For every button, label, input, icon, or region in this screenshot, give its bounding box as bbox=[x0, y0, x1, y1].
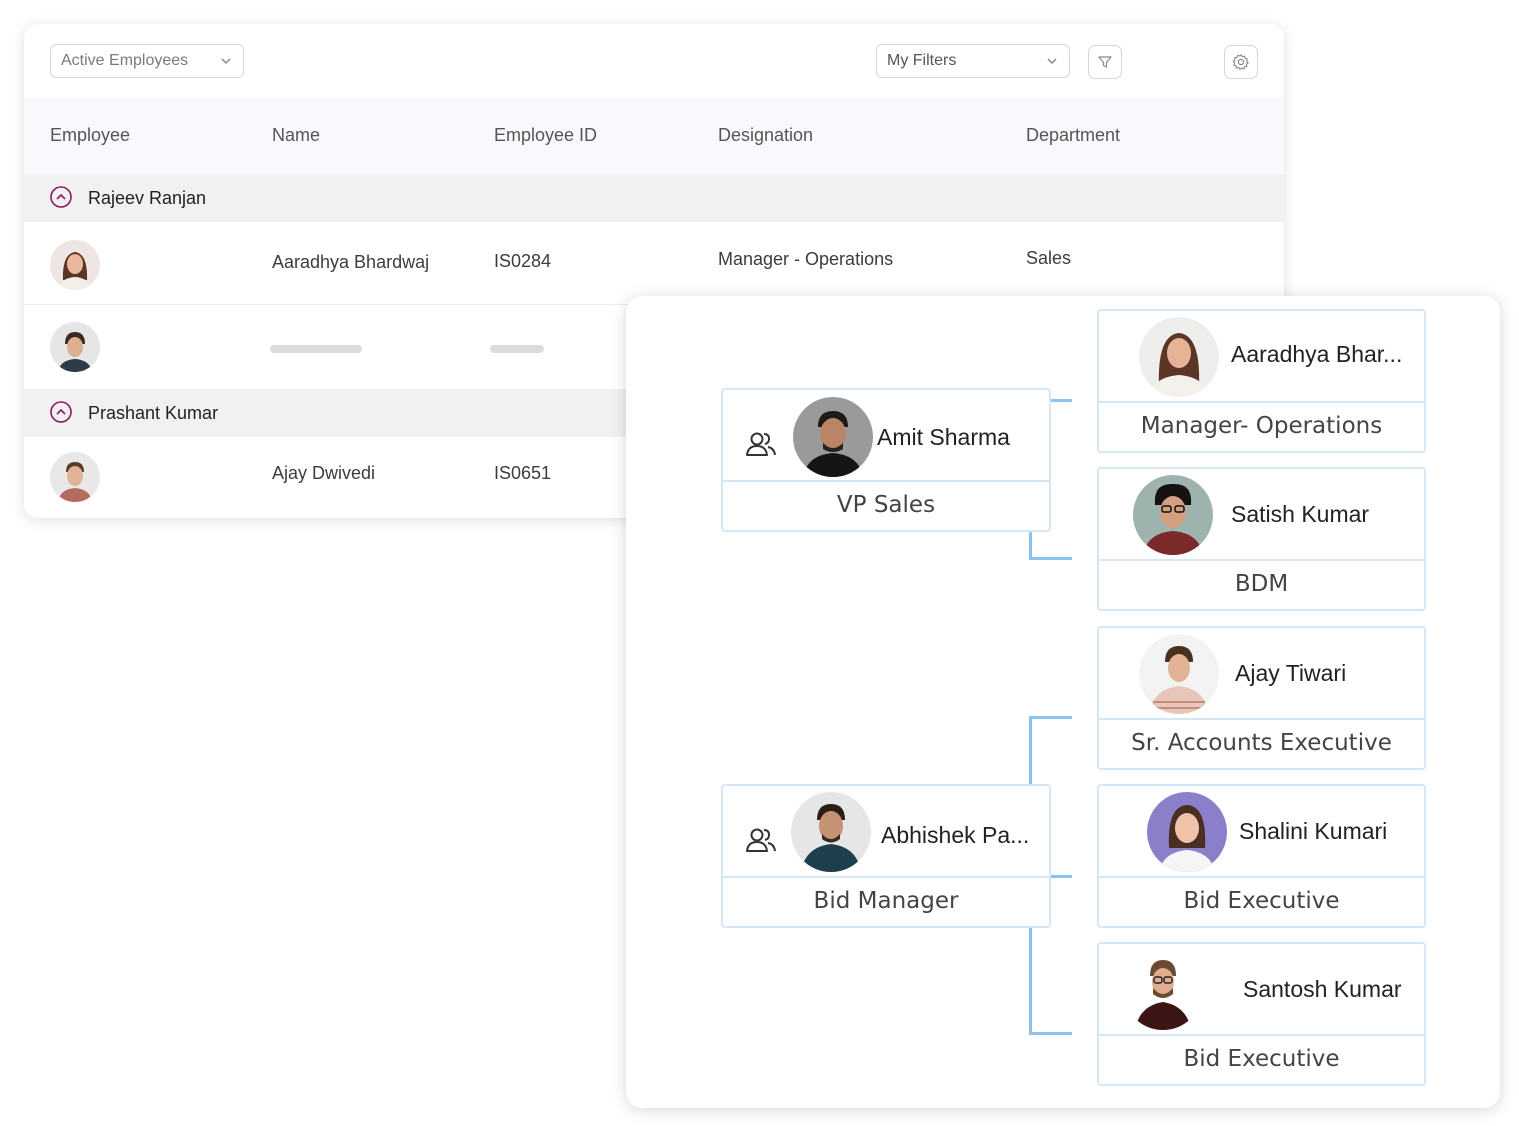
employee-id-cell: IS0651 bbox=[494, 463, 552, 483]
chevron-down-icon bbox=[1047, 58, 1057, 65]
org-node-report[interactable]: Santosh Kumar Bid Executive bbox=[1097, 942, 1426, 1086]
name-cell: Aaradhya Bhardwaj bbox=[272, 252, 430, 272]
chevron-down-icon bbox=[221, 58, 231, 65]
org-chart-card: Amit Sharma VP Sales Abhishek Pa... Bid … bbox=[626, 296, 1500, 1108]
collapse-icon[interactable] bbox=[50, 401, 72, 423]
node-title: Bid Executive bbox=[1183, 1046, 1340, 1072]
node-title: Manager- Operations bbox=[1140, 413, 1383, 439]
view-select[interactable]: Active Employees bbox=[50, 44, 244, 78]
filter-button[interactable] bbox=[1088, 45, 1122, 79]
filters-select-value: My Filters bbox=[887, 52, 957, 69]
group-manager-name: Rajeev Ranjan bbox=[88, 188, 207, 208]
node-title: Bid Executive bbox=[1183, 888, 1340, 914]
column-header-designation[interactable]: Designation bbox=[718, 125, 813, 146]
connector-line bbox=[1029, 1032, 1072, 1035]
filters-select[interactable]: My Filters bbox=[876, 44, 1070, 78]
avatar bbox=[791, 792, 871, 872]
avatar bbox=[793, 397, 873, 477]
column-header-department[interactable]: Department bbox=[1026, 125, 1120, 146]
node-name: Satish Kumar bbox=[1231, 501, 1370, 527]
connector-line bbox=[1029, 928, 1032, 1034]
column-header-employee[interactable]: Employee bbox=[50, 125, 130, 146]
org-node-report[interactable]: Ajay Tiwari Sr. Accounts Executive bbox=[1097, 626, 1426, 770]
node-title: VP Sales bbox=[836, 492, 936, 518]
gear-icon bbox=[1232, 54, 1249, 70]
name-cell: Ajay Dwivedi bbox=[272, 463, 376, 483]
org-node-manager[interactable]: Abhishek Pa... Bid Manager bbox=[721, 784, 1051, 928]
org-node-report[interactable]: Satish Kumar BDM bbox=[1097, 467, 1426, 611]
table-row[interactable]: Aaradhya Bhardwaj IS0284 Manager - Opera… bbox=[24, 222, 1284, 305]
avatar bbox=[50, 240, 100, 290]
view-select-value: Active Employees bbox=[61, 52, 189, 69]
org-node-report[interactable]: Shalini Kumari Bid Executive bbox=[1097, 784, 1426, 928]
group-row: Rajeev Ranjan bbox=[24, 174, 1284, 222]
avatar bbox=[1147, 792, 1227, 872]
designation-cell: Manager - Operations bbox=[718, 249, 894, 269]
node-name: Santosh Kumar bbox=[1243, 976, 1402, 1002]
node-name: Abhishek Pa... bbox=[881, 822, 1030, 848]
avatar bbox=[50, 452, 100, 502]
avatar bbox=[1123, 950, 1203, 1030]
connector-line bbox=[1029, 716, 1072, 719]
filter-icon bbox=[1098, 56, 1112, 68]
connector-line bbox=[1029, 532, 1032, 560]
avatar bbox=[1139, 634, 1219, 714]
collapse-icon[interactable] bbox=[50, 186, 72, 208]
employee-id-cell: IS0284 bbox=[494, 251, 552, 271]
loading-placeholder bbox=[490, 345, 544, 353]
loading-placeholder bbox=[270, 345, 362, 353]
avatar bbox=[50, 322, 100, 372]
department-cell: Sales bbox=[1026, 248, 1072, 268]
group-manager-name: Prashant Kumar bbox=[88, 403, 219, 423]
connector-line bbox=[1050, 399, 1072, 402]
node-title: Sr. Accounts Executive bbox=[1131, 730, 1392, 756]
node-name: Aaradhya Bhar... bbox=[1231, 341, 1403, 367]
connector-line bbox=[1029, 716, 1032, 784]
node-title: Bid Manager bbox=[813, 888, 959, 914]
node-name: Amit Sharma bbox=[877, 424, 1010, 450]
settings-button[interactable] bbox=[1224, 45, 1258, 79]
node-title: BDM bbox=[1234, 571, 1289, 597]
connector-line bbox=[1050, 875, 1072, 878]
column-header-name[interactable]: Name bbox=[272, 125, 320, 146]
team-icon[interactable] bbox=[745, 430, 777, 458]
org-node-report[interactable]: Aaradhya Bhar... Manager- Operations bbox=[1097, 309, 1426, 453]
connector-line bbox=[1029, 557, 1072, 560]
avatar bbox=[1139, 317, 1219, 397]
column-header-employee-id[interactable]: Employee ID bbox=[494, 125, 597, 146]
org-node-manager[interactable]: Amit Sharma VP Sales bbox=[721, 388, 1051, 532]
node-name: Shalini Kumari bbox=[1239, 818, 1388, 844]
avatar bbox=[1133, 475, 1213, 555]
node-name: Ajay Tiwari bbox=[1235, 660, 1347, 686]
team-icon[interactable] bbox=[745, 826, 777, 854]
table-header: Employee Name Employee ID Designation De… bbox=[24, 98, 1284, 174]
